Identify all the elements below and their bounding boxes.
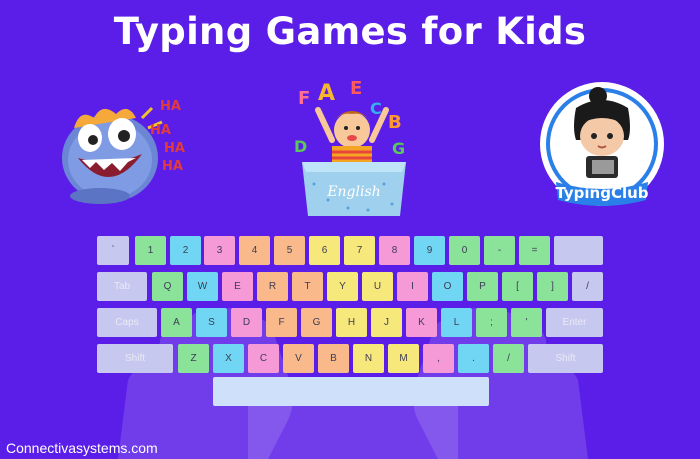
key-1[interactable]: 1 — [135, 236, 166, 265]
key-backspace[interactable] — [554, 236, 603, 265]
key-a[interactable]: A — [161, 308, 192, 337]
key-z[interactable]: Z — [178, 344, 209, 373]
key-w[interactable]: W — [187, 272, 218, 301]
key-backslash[interactable]: / — [572, 272, 603, 301]
key-e[interactable]: E — [222, 272, 253, 301]
key-7[interactable]: 7 — [344, 236, 375, 265]
key-close-bracket[interactable]: ] — [537, 272, 568, 301]
english-label: English — [326, 184, 380, 200]
key-minus[interactable]: - — [484, 236, 515, 265]
key-4[interactable]: 4 — [239, 236, 270, 265]
key-5[interactable]: 5 — [274, 236, 305, 265]
ha-text-3: HA — [164, 141, 185, 156]
key-tab[interactable]: Tab — [97, 272, 147, 301]
key-q[interactable]: Q — [152, 272, 183, 301]
key-n[interactable]: N — [353, 344, 384, 373]
key-u[interactable]: U — [362, 272, 393, 301]
key-b[interactable]: B — [318, 344, 349, 373]
key-f[interactable]: F — [266, 308, 297, 337]
page-title: Typing Games for Kids — [113, 10, 587, 53]
key-shift-right[interactable]: Shift — [528, 344, 603, 373]
key-comma[interactable]: , — [423, 344, 454, 373]
key-m[interactable]: M — [388, 344, 419, 373]
ha-text-1: HA — [160, 99, 181, 114]
key-l[interactable]: L — [441, 308, 472, 337]
kid-in-box-illustration: F A E C B D G English — [294, 80, 406, 216]
typingclub-logo: TypingClub — [540, 82, 664, 206]
key-space[interactable] — [213, 377, 489, 406]
key-9[interactable]: 9 — [414, 236, 445, 265]
key-x[interactable]: X — [213, 344, 244, 373]
letter-a: A — [318, 81, 335, 106]
letter-d: D — [294, 137, 307, 156]
key-o[interactable]: O — [432, 272, 463, 301]
ha-text-2: HA — [150, 123, 171, 138]
letter-c: C — [370, 99, 382, 118]
key-g[interactable]: G — [301, 308, 332, 337]
letter-e: E — [350, 80, 362, 99]
footer-site-name: Connectivasystems.com — [6, 440, 158, 456]
key-3[interactable]: 3 — [204, 236, 235, 265]
key-c[interactable]: C — [248, 344, 279, 373]
ha-text-4: HA — [162, 159, 183, 174]
key-0[interactable]: 0 — [449, 236, 480, 265]
key-j[interactable]: J — [371, 308, 402, 337]
key-8[interactable]: 8 — [379, 236, 410, 265]
key-s[interactable]: S — [196, 308, 227, 337]
key-k[interactable]: K — [406, 308, 437, 337]
key-v[interactable]: V — [283, 344, 314, 373]
key-y[interactable]: Y — [327, 272, 358, 301]
key-semicolon[interactable]: ; — [476, 308, 507, 337]
key-p[interactable]: P — [467, 272, 498, 301]
key-caps[interactable]: Caps — [97, 308, 157, 337]
key-t[interactable]: T — [292, 272, 323, 301]
typingclub-text: TypingClub — [555, 184, 648, 202]
key-2[interactable]: 2 — [170, 236, 201, 265]
key-i[interactable]: I — [397, 272, 428, 301]
key-backtick[interactable]: ` — [97, 236, 129, 265]
key-period[interactable]: . — [458, 344, 489, 373]
key-slash[interactable]: / — [493, 344, 524, 373]
key-r[interactable]: R — [257, 272, 288, 301]
key-shift-left[interactable]: Shift — [97, 344, 173, 373]
key-6[interactable]: 6 — [309, 236, 340, 265]
key-equals[interactable]: = — [519, 236, 550, 265]
laughing-monster-illustration: HA HA HA HA — [62, 99, 185, 204]
letter-g: G — [392, 139, 405, 158]
key-quote[interactable]: ' — [511, 308, 542, 337]
key-h[interactable]: H — [336, 308, 367, 337]
key-d[interactable]: D — [231, 308, 262, 337]
key-open-bracket[interactable]: [ — [502, 272, 533, 301]
key-enter[interactable]: Enter — [546, 308, 603, 337]
letter-f: F — [298, 88, 310, 109]
letter-b: B — [388, 112, 402, 133]
